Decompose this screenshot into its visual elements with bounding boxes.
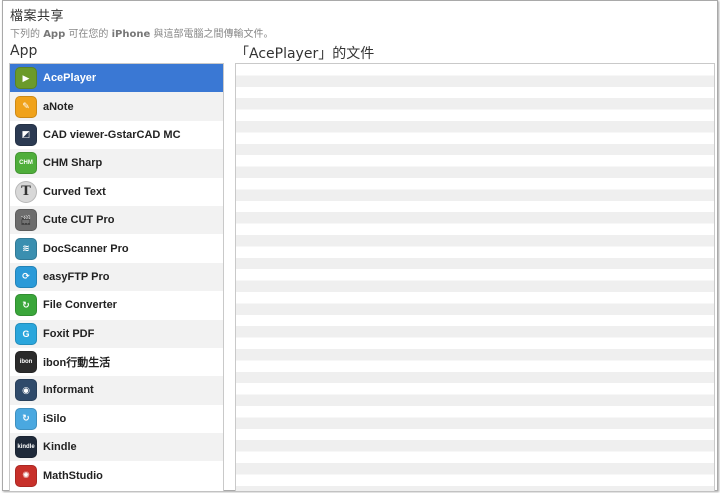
app-list-item-label: easyFTP Pro [43, 270, 110, 283]
mathstudio-icon: ✺ [15, 464, 37, 487]
app-list-item[interactable]: ✺ MathStudio [10, 461, 223, 489]
app-list-item[interactable]: T Curved Text [10, 178, 223, 206]
app-list-item-label: MathStudio [43, 469, 103, 482]
documents-column-heading: 「AcePlayer」的文件 [235, 46, 375, 62]
play-icon: ▶ [15, 67, 37, 90]
file-sharing-panel: 檔案共享 下列的 App 可在您的 iPhone 與這部電腦之間傳輸文件。 Ap… [2, 0, 718, 491]
app-list[interactable]: ▶ AcePlayer ✎ aNote ◩ CAD viewer-GstarCAD MC C… [9, 63, 224, 491]
app-list-item[interactable]: 🎬 Cute CUT Pro [10, 205, 223, 235]
ibon-icon: ibon [15, 351, 37, 374]
app-list-item-label: DocScanner Pro [43, 242, 129, 255]
apps-column-heading: App [10, 43, 38, 59]
app-list-item[interactable]: ≋ DocScanner Pro [10, 234, 223, 262]
cad-icon: ◩ [15, 123, 37, 146]
app-list-item-label: iSilo [43, 412, 67, 425]
isilo-icon: ↻ [15, 407, 37, 430]
description-app: App [43, 29, 66, 40]
app-list-item-label: Informant [43, 384, 94, 397]
kindle-icon: kindle [15, 436, 37, 459]
app-list-item[interactable]: ⟳ easyFTP Pro [10, 262, 223, 292]
app-list-item[interactable]: G Foxit PDF [10, 319, 223, 348]
app-list-item[interactable]: ▶ AcePlayer [10, 64, 223, 93]
description-iphone: iPhone [111, 29, 151, 40]
app-list-item-label: Foxit PDF [43, 327, 95, 340]
app-list-item[interactable]: ↻ iSilo [10, 405, 223, 433]
informant-icon: ◉ [15, 379, 37, 402]
app-list-item-label: Cute CUT Pro [43, 214, 115, 227]
pdf-icon: G [15, 322, 37, 345]
section-description: 下列的 App 可在您的 iPhone 與這部電腦之間傳輸文件。 [10, 25, 273, 40]
app-list-item[interactable]: ◩ CAD viewer-GstarCAD MC [10, 121, 223, 149]
documents-list[interactable] [235, 63, 715, 491]
app-list-item[interactable]: ibon ibon行動生活 [10, 348, 223, 376]
description-mid: 可在您的 [65, 29, 112, 40]
converter-icon: ↻ [15, 294, 37, 317]
app-list-item[interactable]: CHM CHM Sharp [10, 149, 223, 178]
description-suffix: 與這部電腦之間傳輸文件。 [150, 29, 274, 40]
app-list-item-label: Kindle [43, 441, 77, 454]
app-list-item-label: Curved Text [43, 185, 106, 198]
app-list-item-label: CHM Sharp [43, 157, 103, 170]
description-prefix: 下列的 [10, 29, 44, 40]
app-list-item-label: aNote [43, 100, 74, 113]
app-list-item-label: ibon行動生活 [43, 357, 111, 370]
chm-icon: CHM [15, 152, 37, 175]
letter-t-icon: T [15, 180, 37, 203]
app-list-item-label: File Converter [43, 299, 117, 312]
section-title: 檔案共享 [10, 9, 65, 24]
app-list-item[interactable]: ◉ Informant [10, 376, 223, 405]
scanner-icon: ≋ [15, 237, 37, 260]
app-list-item[interactable]: ↻ File Converter [10, 291, 223, 319]
clapperboard-icon: 🎬 [15, 209, 37, 232]
note-icon: ✎ [15, 95, 37, 118]
app-list-item-label: AcePlayer [43, 72, 97, 85]
ftp-sync-icon: ⟳ [15, 265, 37, 288]
app-list-item-label: CAD viewer-GstarCAD MC [43, 128, 181, 141]
app-list-item[interactable]: ✎ aNote [10, 92, 223, 121]
app-list-item[interactable]: kindle Kindle [10, 433, 223, 462]
